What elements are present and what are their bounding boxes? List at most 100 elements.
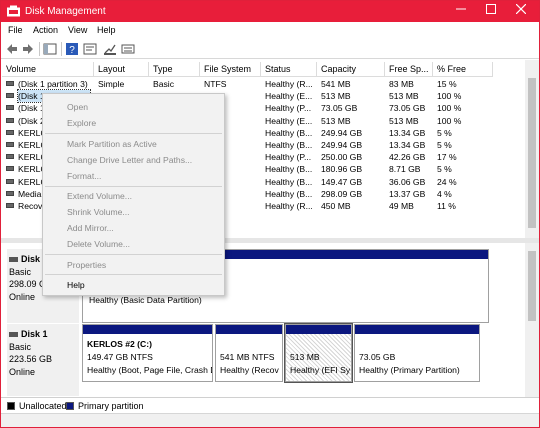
cell-pct: 100 % <box>437 91 462 102</box>
menu-separator <box>45 274 222 275</box>
toolbar-separator <box>61 42 62 56</box>
partition-status: Healthy (Boot, Page File, Crash D <box>87 365 213 375</box>
minimize-icon <box>456 8 466 10</box>
cell-free: 513 MB <box>389 115 419 126</box>
cell-free: 73.05 GB <box>389 103 426 114</box>
rescan-icon[interactable] <box>103 42 117 56</box>
scrollbar-thumb[interactable] <box>528 251 536 321</box>
cell-free: 13.34 GB <box>389 140 426 150</box>
disk-1-label[interactable]: Disk 1 Basic 223.56 GB Online <box>7 324 79 396</box>
menu-view[interactable]: View <box>68 25 87 35</box>
volume-list-scrollbar[interactable] <box>525 60 539 238</box>
cell-pct: 24 % <box>437 176 457 187</box>
maximize-button[interactable] <box>476 1 506 22</box>
volume-icon <box>6 203 14 208</box>
volume-icon <box>6 105 14 111</box>
menu-item-properties: Properties <box>67 260 107 270</box>
forward-arrow-icon[interactable] <box>21 42 35 56</box>
cell-fs: NTFS <box>204 79 227 89</box>
volume-icon <box>6 190 14 196</box>
column-header-status[interactable]: Status <box>261 62 317 77</box>
window-title: Disk Management <box>25 6 106 17</box>
scrollbar-thumb[interactable] <box>528 78 536 228</box>
disk-icon <box>9 332 18 337</box>
legend-swatch-unallocated <box>7 402 15 410</box>
disk-management-window: Disk Management File Action View Help ? … <box>0 0 540 428</box>
partition-size: 541 MB NTFS <box>220 352 275 362</box>
partition-bar <box>355 325 479 334</box>
volume-icon <box>6 154 14 160</box>
partition-status: Healthy (Primary Partition) <box>359 365 460 375</box>
cell-pct: 100 % <box>437 115 462 126</box>
properties-icon[interactable] <box>83 42 97 56</box>
partition-size: 149.47 GB NTFS <box>87 352 153 362</box>
menu-item-delete-volume: Delete Volume... <box>67 239 131 249</box>
cell-capacity: 73.05 GB <box>321 103 358 114</box>
cell-pct: 5 % <box>437 127 452 138</box>
partition-status: Healthy (Recov <box>220 365 279 375</box>
partition-efi-selected[interactable]: 513 MB Healthy (EFI Sy <box>284 323 353 383</box>
close-icon <box>515 3 527 15</box>
cell-capacity: 249.94 GB <box>321 127 363 138</box>
cell-pct: 4 % <box>437 188 452 199</box>
close-button[interactable] <box>506 1 536 22</box>
cell-capacity: 450 MB <box>321 201 351 211</box>
column-header-volume[interactable]: Volume <box>2 62 94 77</box>
column-header-file-system[interactable]: File System <box>200 62 261 77</box>
cell-pct: 5 % <box>437 140 452 150</box>
menu-item-change-drive-letter: Change Drive Letter and Paths... <box>67 155 193 165</box>
column-header-capacity[interactable]: Capacity <box>317 62 385 77</box>
disk-management-app-icon <box>7 5 20 17</box>
toolbar-separator <box>39 42 40 56</box>
back-arrow-icon[interactable] <box>5 42 19 56</box>
disk-1-type: Basic <box>9 341 32 352</box>
cell-capacity: 180.96 GB <box>321 164 363 175</box>
partition-recovery[interactable]: 541 MB NTFS Healthy (Recov <box>215 324 283 382</box>
column-header-percent-free[interactable]: % Free <box>433 62 493 77</box>
cell-status: Healthy (R... <box>265 79 313 89</box>
cell-capacity: 249.94 GB <box>321 140 363 150</box>
volume-icon <box>6 81 14 86</box>
volume-icon <box>6 142 14 147</box>
legend-label-unallocated: Unallocated <box>19 401 67 411</box>
cell-status: Healthy (B... <box>265 140 313 150</box>
cell-pct: 100 % <box>437 103 462 114</box>
disk-1-state: Online <box>9 366 36 377</box>
menu-item-help[interactable]: Help <box>67 280 85 290</box>
maximize-icon <box>486 4 496 14</box>
partition-title: KERLOS #2 (C:) <box>87 339 152 349</box>
partition-c-drive[interactable]: KERLOS #2 (C:) 149.47 GB NTFS Healthy (B… <box>82 324 213 382</box>
partition-primary[interactable]: 73.05 GB Healthy (Primary Partition) <box>354 324 480 382</box>
disk-list-icon[interactable] <box>121 42 135 56</box>
cell-free: 42.26 GB <box>389 152 426 163</box>
cell-layout: Simple <box>98 79 125 89</box>
menu-file[interactable]: File <box>8 25 23 35</box>
cell-status: Healthy (P... <box>265 103 312 114</box>
partition-status: Healthy (EFI Sy <box>290 365 351 375</box>
column-header-layout[interactable]: Layout <box>94 62 149 77</box>
cell-capacity: 149.47 GB <box>321 176 363 187</box>
disk-icon <box>9 257 18 262</box>
menu-help[interactable]: Help <box>97 25 116 35</box>
table-row[interactable]: (Disk 1 partition 3) Simple Basic NTFS Healt… <box>2 78 524 90</box>
minimize-button[interactable] <box>446 1 476 22</box>
column-header-free-space[interactable]: Free Sp... <box>385 62 433 77</box>
svg-text:?: ? <box>69 45 75 56</box>
help-icon[interactable]: ? <box>65 42 79 56</box>
menu-separator <box>45 254 222 255</box>
partition-size: 513 MB <box>290 352 320 362</box>
toolbar: ? <box>1 39 539 59</box>
cell-free: 49 MB <box>389 201 414 211</box>
menu-item-explore: Explore <box>67 118 97 128</box>
menu-item-format: Format... <box>67 171 102 181</box>
cell-status: Healthy (B... <box>265 127 313 138</box>
volume-icon <box>6 166 14 172</box>
cell-status: Healthy (E... <box>265 115 313 126</box>
menu-item-extend-volume: Extend Volume... <box>67 191 132 201</box>
cell-pct: 5 % <box>437 164 452 175</box>
menu-action[interactable]: Action <box>33 25 58 35</box>
menu-item-shrink-volume: Shrink Volume... <box>67 207 130 217</box>
column-header-type[interactable]: Type <box>149 62 200 77</box>
disk-view-scrollbar[interactable] <box>525 243 539 397</box>
console-tree-icon[interactable] <box>43 42 57 56</box>
